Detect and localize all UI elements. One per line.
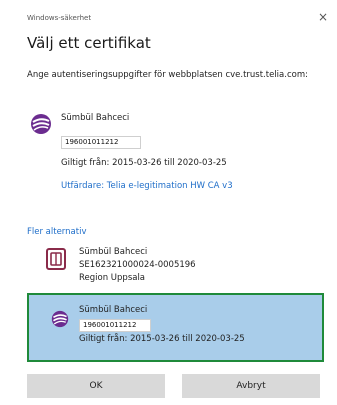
certificate-serial: 196001011212 [61, 136, 141, 149]
certificate-validity: Giltigt från: 2015-03-26 till 2020-03-25 [79, 334, 245, 344]
certificate-dialog: Windows-säkerhet × Välj ett certifikat A… [0, 0, 337, 405]
telia-logo-icon [51, 310, 69, 328]
dialog-heading: Välj ett certifikat [27, 34, 151, 52]
cancel-button[interactable]: Avbryt [182, 374, 320, 398]
certificate-issuer[interactable]: Utfärdare: Telia e-legitimation HW CA v3 [61, 181, 233, 191]
certificate-item-3-selected[interactable]: Sümbül Bahceci 196001011212 Giltigt från… [27, 293, 324, 362]
certificate-name: Sümbül Bahceci [61, 113, 130, 123]
certificate-organization: Region Uppsala [79, 273, 146, 283]
smartcard-icon [46, 248, 66, 270]
intro-text: Ange autentiseringsuppgifter för webbpla… [27, 70, 308, 80]
window-title: Windows-säkerhet [27, 14, 92, 22]
telia-logo-icon [30, 113, 52, 135]
certificate-id: SE162321000024-0005196 [79, 260, 196, 270]
ok-button[interactable]: OK [27, 374, 165, 398]
close-icon[interactable]: × [318, 11, 328, 23]
more-options-link[interactable]: Fler alternativ [27, 227, 86, 237]
certificate-serial: 196001011212 [79, 319, 151, 332]
certificate-validity: Giltigt från: 2015-03-26 till 2020-03-25 [61, 158, 227, 168]
certificate-name: Sümbül Bahceci [79, 247, 148, 257]
certificate-name: Sümbül Bahceci [79, 305, 148, 315]
